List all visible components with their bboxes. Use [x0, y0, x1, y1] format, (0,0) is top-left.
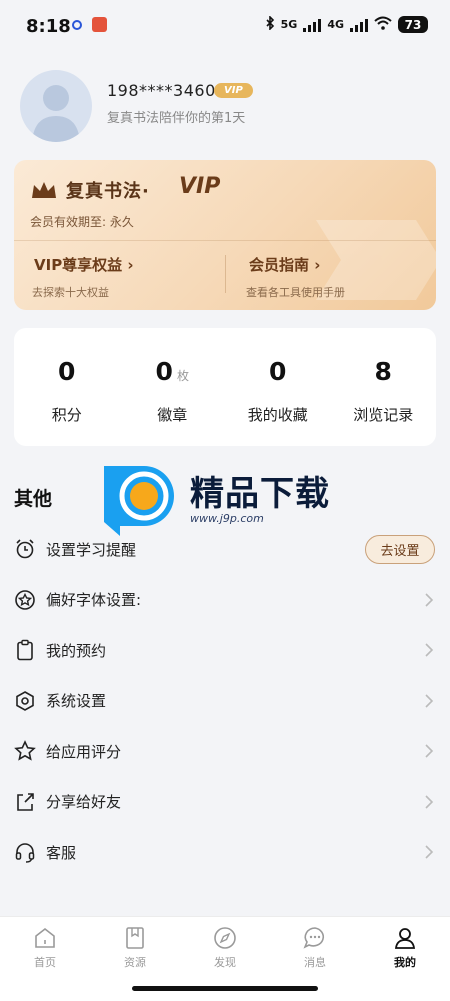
- bookmark-icon: [126, 927, 144, 949]
- stat-value: 0: [269, 357, 287, 386]
- section-title: 其他: [14, 488, 53, 510]
- vip-card[interactable]: 复真书法· VIP 会员有效期至: 永久 VIP尊享权益 › 去探索十大权益 会…: [14, 160, 436, 310]
- vip-badge: VIP: [214, 83, 253, 98]
- star-circle-icon: [15, 589, 35, 610]
- stat-label: 我的收藏: [247, 406, 308, 424]
- menu-item-font[interactable]: 偏好字体设置:: [0, 575, 450, 626]
- avatar[interactable]: [20, 70, 92, 142]
- watermark-logo-icon: [104, 466, 174, 536]
- home-indicator[interactable]: [132, 986, 318, 991]
- alarm-icon: [16, 539, 34, 559]
- stat-history[interactable]: 8 浏览记录: [331, 328, 437, 446]
- chevron-right-icon: [425, 744, 434, 758]
- share-icon: [17, 792, 34, 811]
- chevron-right-icon: [425, 643, 434, 657]
- tab-mine[interactable]: 我的: [360, 917, 450, 1001]
- stat-value-wrap: 0枚: [156, 357, 189, 387]
- status-bar: 8:18 5G 4G 73: [0, 0, 450, 52]
- menu-item-label: 偏好字体设置:: [46, 591, 142, 610]
- settings-menu: 设置学习提醒 去设置 偏好字体设置: 我的预约 系统设置 给应用评分 分享给好友…: [0, 524, 450, 878]
- chevron-right-icon: [425, 845, 434, 859]
- signal-icon: [303, 18, 322, 32]
- stat-unit: 枚: [176, 369, 189, 383]
- status-app-icon: [92, 17, 107, 32]
- tab-home[interactable]: 首页: [0, 917, 90, 1001]
- crown-icon: [32, 182, 56, 198]
- user-subtitle: 复真书法陪伴你的第1天: [107, 111, 246, 126]
- vip-card-title: 复真书法·: [66, 181, 150, 202]
- stat-label: 徽章: [157, 406, 188, 424]
- stat-label: 积分: [51, 406, 82, 424]
- tab-label: 资源: [124, 956, 146, 969]
- vip-mid-divider: [225, 255, 226, 293]
- status-app-dot-icon: [72, 20, 82, 30]
- stat-badges[interactable]: 0枚 徽章: [120, 328, 226, 446]
- chevron-right-icon: [425, 593, 434, 607]
- vip-card-tag: VIP: [179, 174, 221, 199]
- stat-favorites[interactable]: 0 我的收藏: [225, 328, 331, 446]
- stat-value: 0: [58, 357, 76, 386]
- headset-icon: [15, 843, 35, 863]
- chevron-right-icon: ›: [127, 256, 134, 274]
- vip-guide-label: 会员指南: [249, 256, 310, 274]
- menu-item-label: 系统设置: [46, 692, 107, 711]
- stat-value: 0: [155, 357, 173, 386]
- user-icon: [394, 928, 416, 949]
- vip-benefits-label: VIP尊享权益: [34, 256, 123, 274]
- menu-item-share[interactable]: 分享给好友: [0, 777, 450, 828]
- compass-icon: [214, 927, 236, 949]
- menu-item-label: 我的预约: [46, 641, 107, 660]
- vip-expire: 会员有效期至: 永久: [30, 215, 134, 229]
- home-icon: [35, 927, 55, 948]
- battery-icon: 73: [398, 16, 428, 33]
- vip-guide-sub: 查看各工具使用手册: [246, 286, 345, 299]
- net-5g-label: 5G: [280, 18, 298, 31]
- chevron-right-icon: [425, 694, 434, 708]
- menu-item-label: 设置学习提醒: [46, 540, 137, 559]
- menu-item-rate-app[interactable]: 给应用评分: [0, 726, 450, 777]
- net-4g-label: 4G: [327, 18, 344, 31]
- chat-icon: [303, 927, 325, 949]
- star-icon: [14, 740, 36, 761]
- status-time: 8:18: [26, 16, 71, 37]
- vip-divider: [14, 240, 436, 241]
- wifi-icon: [374, 16, 392, 33]
- menu-item-support[interactable]: 客服: [0, 827, 450, 878]
- menu-item-label: 给应用评分: [46, 742, 122, 761]
- signal-icon-2: [350, 18, 368, 32]
- watermark-text: 精品下载: [190, 474, 330, 514]
- tab-label: 首页: [34, 956, 56, 969]
- hexagon-settings-icon: [16, 690, 34, 711]
- watermark-url: www.j9p.com: [190, 512, 264, 525]
- tab-label: 我的: [394, 956, 416, 969]
- stat-label: 浏览记录: [353, 406, 414, 424]
- menu-item-reservations[interactable]: 我的预约: [0, 625, 450, 676]
- chevron-right-icon: [425, 795, 434, 809]
- clipboard-icon: [17, 640, 33, 661]
- bluetooth-icon: [265, 15, 275, 33]
- status-right: 5G 4G 73: [265, 15, 428, 33]
- stat-points[interactable]: 0 积分: [14, 328, 120, 446]
- menu-item-label: 分享给好友: [46, 793, 122, 812]
- chevron-right-icon: ›: [314, 256, 321, 274]
- tab-label: 消息: [304, 956, 326, 969]
- vip-benefits-link[interactable]: VIP尊享权益 ›: [34, 254, 134, 275]
- tab-label: 发现: [214, 956, 236, 969]
- default-avatar-icon: [32, 85, 80, 142]
- go-settings-button[interactable]: 去设置: [365, 534, 435, 564]
- stat-value: 8: [374, 357, 392, 386]
- vip-guide-link[interactable]: 会员指南 ›: [249, 254, 320, 275]
- menu-item-label: 客服: [46, 843, 77, 862]
- stats-card: 0 积分 0枚 徽章 0 我的收藏 8 浏览记录: [14, 328, 436, 446]
- watermark: 精品下载 www.j9p.com: [100, 460, 360, 540]
- menu-item-system-settings[interactable]: 系统设置: [0, 676, 450, 727]
- user-phone: 198****3460: [107, 81, 216, 100]
- vip-benefits-sub: 去探索十大权益: [32, 286, 109, 299]
